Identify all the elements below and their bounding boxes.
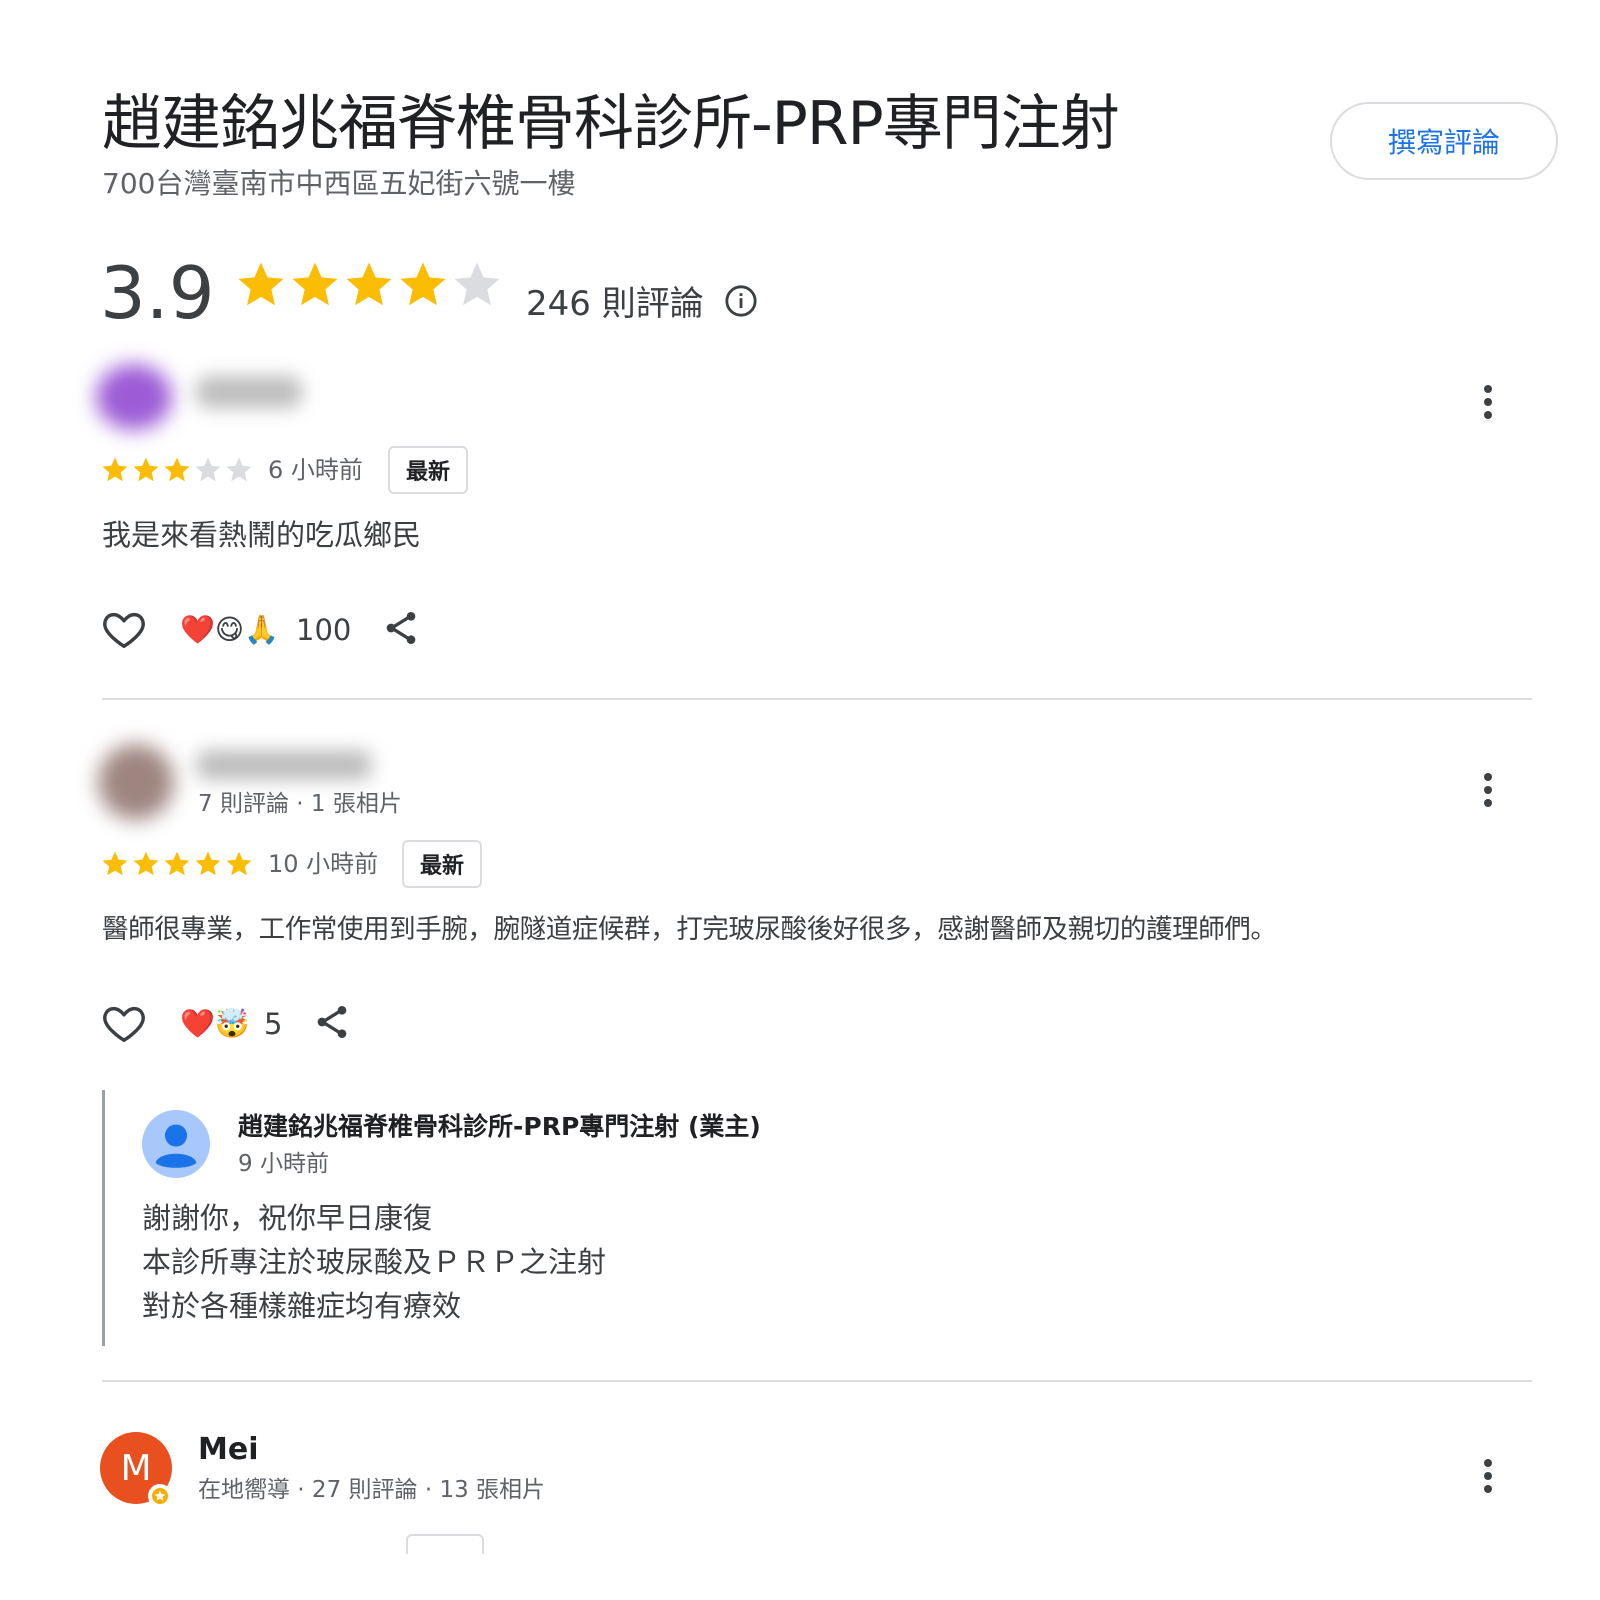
review-divider [102,698,1532,700]
star-icon [195,851,221,876]
owner-reply-line: 本診所專注於玻尿酸及ＰＲＰ之注射 [142,1245,607,1279]
reviewer-meta: 7 則評論 · 1 張相片 [198,791,402,817]
average-rating: 3.9 [100,251,215,335]
info-icon[interactable] [724,284,758,318]
local-guide-badge-icon [148,1484,172,1508]
star-icon [226,851,252,876]
star-icon [195,457,221,482]
review-time: 10 小時前 [268,850,379,878]
star-icon [164,851,190,876]
review-stars [100,849,254,879]
owner-name: 趙建銘兆福脊椎骨科診所-PRP專門注射 (業主) [238,1112,761,1141]
review-count[interactable]: 246 則評論 [526,282,704,326]
new-badge: 最新 [388,446,468,494]
more-options-button[interactable] [1468,382,1508,422]
more-options-button[interactable] [1468,770,1508,810]
owner-reply-line: 對於各種樣雜症均有療效 [142,1289,462,1323]
reviewer-avatar[interactable] [98,744,174,820]
star-icon [102,851,128,876]
new-badge: 最新 [402,840,482,888]
page-title: 趙建銘兆福脊椎骨科診所-PRP專門注射 [102,89,1120,159]
star-icon [238,262,284,306]
owner-reply-bar [102,1090,105,1346]
like-heart-icon[interactable] [101,606,147,652]
owner-reply-line: 謝謝你，祝你早日康復 [142,1201,433,1235]
star-icon [133,457,159,482]
review-divider [102,1380,1532,1382]
star-icon [346,262,392,306]
star-icon [400,262,446,306]
share-icon[interactable] [312,1002,352,1042]
star-icon [292,262,338,306]
new-badge-partial [406,1534,484,1554]
review-text: 我是來看熱鬧的吃瓜鄉民 [102,518,422,552]
reviewer-name[interactable]: Mei [198,1432,258,1468]
reviewer-meta: 在地嚮導 · 27 則評論 · 13 張相片 [198,1477,546,1503]
reviewer-avatar[interactable] [96,364,172,430]
review-stars [100,455,254,485]
write-review-button[interactable]: 撰寫評論 [1330,102,1558,180]
owner-avatar-icon [142,1110,210,1178]
star-icon [102,457,128,482]
review-time: 6 小時前 [268,456,363,484]
reviewer-name[interactable] [196,750,372,780]
reactions-emoji[interactable]: ❤️😋🙏 [180,610,279,650]
reviewer-name[interactable] [196,376,302,408]
business-address: 700台灣臺南市中西區五妃街六號一樓 [102,167,576,200]
reactions-count[interactable]: 100 [296,610,351,650]
share-icon[interactable] [381,608,421,648]
reactions-emoji[interactable]: ❤️🤯 [180,1004,250,1044]
star-icon [164,457,190,482]
reactions-count[interactable]: 5 [264,1004,282,1044]
owner-reply-time: 9 小時前 [238,1151,329,1177]
star-icon [454,262,500,306]
star-icon [133,851,159,876]
star-icon [226,457,252,482]
like-heart-icon[interactable] [101,1000,147,1046]
more-options-button[interactable] [1468,1456,1508,1496]
average-rating-stars [234,258,504,312]
review-text: 醫師很專業，工作常使用到手腕，腕隧道症候群，打完玻尿酸後好很多，感謝醫師及親切的… [102,914,1277,945]
